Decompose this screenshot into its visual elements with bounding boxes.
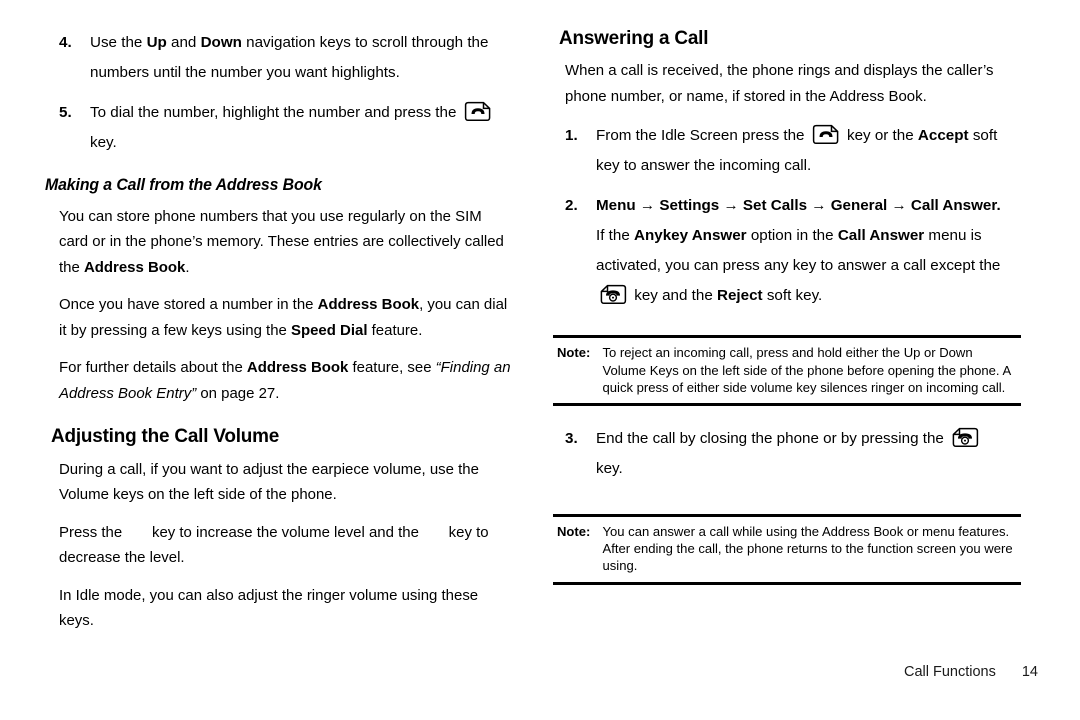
send-call-key-icon [811,122,841,147]
step-item-1: 1. From the Idle Screen press the key or… [553,121,1023,181]
paragraph-sim-storage: You can store phone numbers that you use… [59,207,504,276]
note-label: Note: [556,524,591,540]
step-number: 2. [565,197,578,215]
subheading-making-a-call: Making a Call from the Address Book [45,176,322,194]
menu-path: Menu → Settings → Set Calls → General → … [596,197,1001,215]
step-text-mid: key or the [846,127,914,145]
term-up: Up [146,34,167,51]
step-body-mid-1: option in the [750,227,834,245]
menu-item-set-calls: Set Calls [742,197,808,215]
menu-item-call-answer: Call Answer [910,197,997,215]
term-accept: Accept [917,127,969,145]
paragraph-cross-reference: For further details about the Address Bo… [59,359,511,402]
manual-page: 4. Use the Up and Down navigation keys t… [0,0,1080,720]
step-number: 5. [59,104,72,121]
step-text-pre: End the call by closing the phone or by … [596,430,944,448]
right-steps-list-continued: 3. End the call by closing the phone or … [553,424,1023,484]
paragraph-volume-keys: Press the key to increase the volume lev… [59,523,489,567]
arrow-icon: → [723,197,739,215]
step-body-pre: If the [596,227,630,245]
step-text-after: key. [90,134,117,151]
step-number: 4. [59,34,72,51]
menu-item-general: General [830,197,888,215]
heading-answering-a-call: Answering a Call [559,27,709,49]
note-label: Note: [556,345,591,361]
arrow-icon: → [639,197,656,215]
footer-section-name: Call Functions [903,664,996,680]
left-column: 4. Use the Up and Down navigation keys t… [45,28,515,646]
term-call-answer: Call Answer [837,227,925,245]
send-call-key-icon [463,99,493,124]
step-body-end: soft key. [766,287,823,305]
step-text: To dial the number, highlight the number… [90,104,457,121]
left-steps-list: 4. Use the Up and Down navigation keys t… [45,28,515,158]
paragraph-speed-dial: Once you have stored a number in the Add… [59,296,508,339]
term-address-book: Address Book [317,296,420,314]
step-item-5: 5. To dial the number, highlight the num… [45,98,515,158]
right-column: Answering a Call When a call is received… [553,27,1023,585]
term-down: Down [200,34,242,51]
term-address-book: Address Book [246,359,349,377]
menu-item-settings: Settings [659,197,720,215]
arrow-icon: → [891,197,907,215]
paragraph-ringer-volume: In Idle mode, you can also adjust the ri… [59,586,479,630]
note-block-answer-while-using: Note: You can answer a call while using … [553,514,1021,585]
right-steps-list: 1. From the Idle Screen press the key or… [553,121,1023,311]
paragraph-incoming-call-intro: When a call is received, the phone rings… [565,62,994,105]
step-item-4: 4. Use the Up and Down navigation keys t… [45,28,515,88]
step-item-3: 3. End the call by closing the phone or … [553,424,1023,484]
term-anykey-answer: Anykey Answer [634,227,747,245]
note-content: Note: You can answer a call while using … [555,523,1014,575]
step-number: 1. [565,127,578,145]
footer-page-number: 14 [1021,664,1038,680]
arrow-icon: → [811,197,827,215]
note-text: To reject an incoming call, press and ho… [602,345,1011,395]
step-number: 3. [565,430,578,448]
step-text: Use the Up and Down navigation keys to s… [90,34,489,81]
term-speed-dial: Speed Dial [290,321,368,339]
end-call-key-icon [950,425,980,450]
note-content: Note: To reject an incoming call, press … [555,344,1014,396]
term-address-book: Address Book [83,258,186,276]
page-footer: Call Functions 14 [0,664,1038,680]
note-text: You can answer a call while using the Ad… [602,524,1013,574]
heading-adjusting-call-volume: Adjusting the Call Volume [51,425,280,448]
step-body-mid-3: key and the [634,287,713,305]
step-text-post: key. [596,460,623,478]
note-block-reject-call: Note: To reject an incoming call, press … [553,335,1021,407]
paragraph-earpiece-volume: During a call, if you want to adjust the… [59,460,479,504]
end-call-key-icon [598,282,628,307]
step-item-2: 2. Menu → Settings → Set Calls → General… [553,191,1023,311]
menu-item-menu: Menu [596,197,636,215]
term-reject: Reject [717,287,763,305]
step-text-pre: From the Idle Screen press the [596,127,805,145]
